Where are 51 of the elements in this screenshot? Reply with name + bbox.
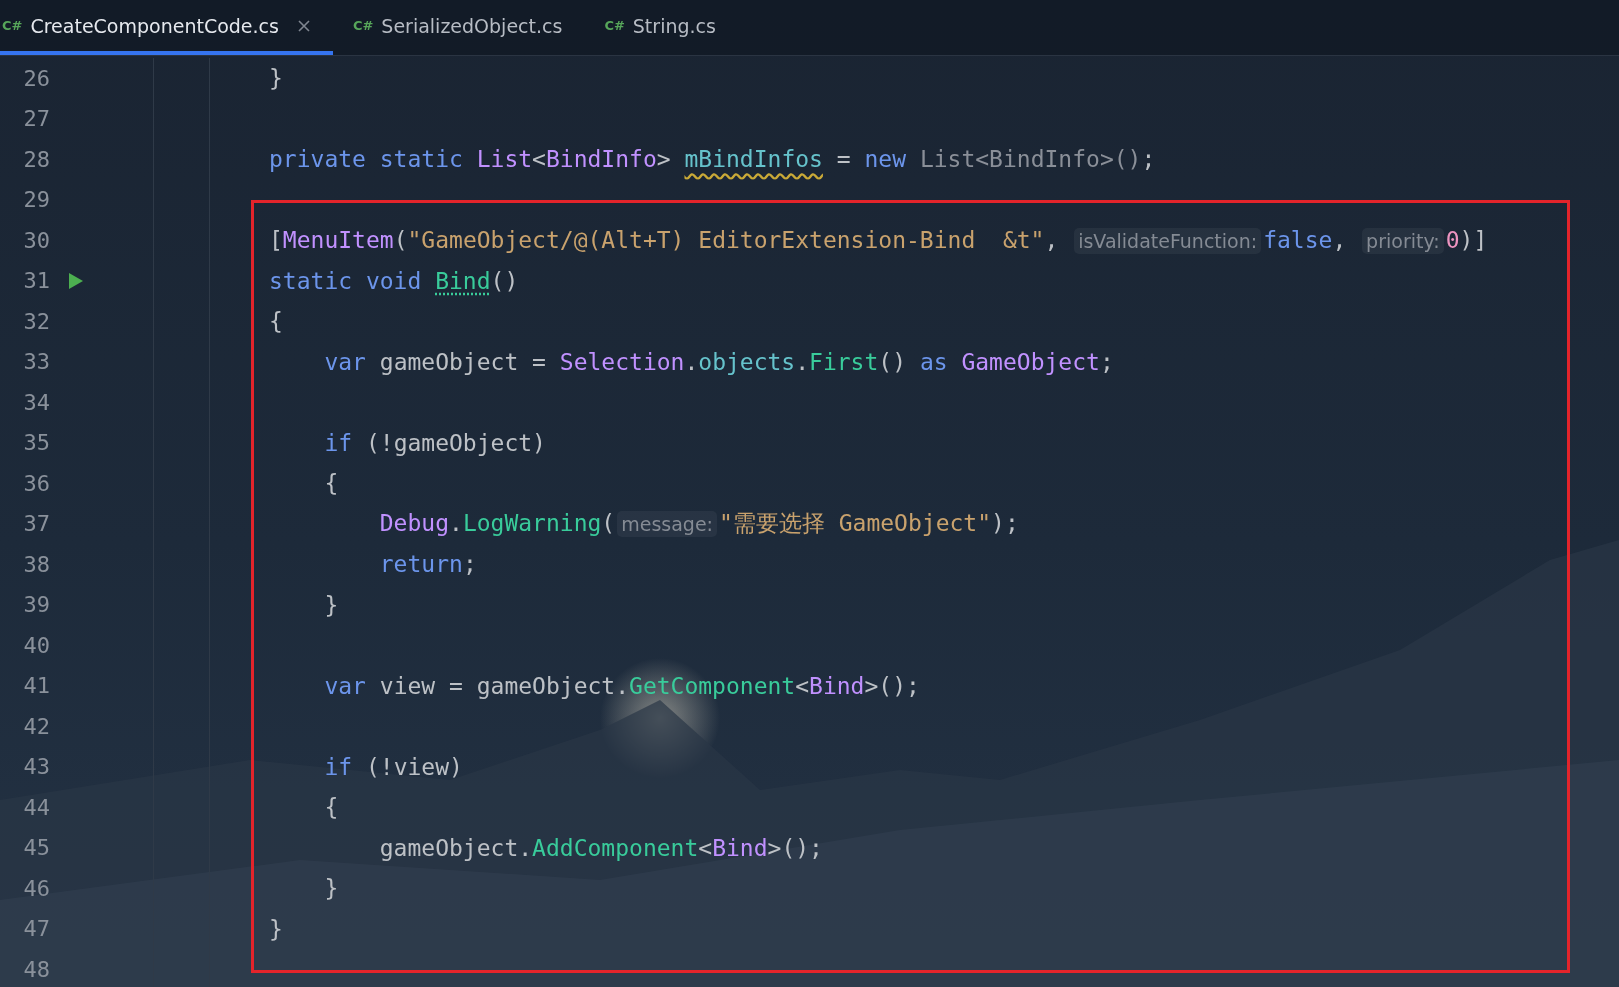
line-number: 27 (22, 106, 50, 132)
code-line: if (!view) (323, 753, 463, 780)
tab-label: CreateComponentCode.cs (30, 14, 279, 37)
run-icon[interactable] (68, 271, 84, 290)
line-number: 45 (22, 835, 50, 861)
csharp-file-icon: C# (602, 18, 625, 33)
code-line: } (268, 65, 283, 92)
code-line: return; (378, 551, 477, 578)
code-line: } (323, 591, 339, 618)
close-icon[interactable] (296, 18, 311, 33)
line-number: 38 (22, 551, 50, 577)
code-line: private static List<BindInfo> mBindInfos = new List<BindInfo>(); (268, 146, 1156, 173)
line-number: 28 (22, 146, 50, 172)
code-line: if (!gameObject) (323, 429, 546, 456)
code-line: } (268, 915, 283, 942)
code-line: { (323, 470, 339, 497)
csharp-file-icon: C# (350, 18, 374, 33)
line-number: 36 (22, 470, 50, 496)
line-number: 35 (22, 430, 50, 456)
tab-label: String.cs (632, 14, 716, 37)
tab-label: SerializedObject.cs (381, 14, 563, 37)
code-line: static void Bind() (268, 267, 519, 294)
line-number: 42 (22, 713, 50, 739)
line-number: 37 (22, 511, 50, 537)
code-line: var gameObject = Selection.objects.First() as GameObject; (323, 348, 1114, 375)
code-line: Debug.LogWarning( message: "需要选择 GameObject"); (378, 509, 1019, 540)
code-line: gameObject.AddComponent<Bind>(); (378, 834, 823, 861)
code-line: } (323, 875, 339, 902)
line-number: 26 (22, 65, 50, 91)
code-line: { (323, 794, 339, 821)
csharp-file-icon: C# (0, 18, 23, 33)
file-tab[interactable]: C# String.cs (602, 0, 738, 55)
line-number: 31 (22, 268, 50, 294)
code-line: { (268, 308, 283, 335)
code-line: [MenuItem("GameObject/@(Alt+T) EditorExtension-Bind &t", isValidateFunction: false, priority: 0)] (268, 227, 1488, 254)
line-number: 40 (22, 632, 50, 658)
line-number: 47 (22, 916, 50, 942)
code-line: var view = gameObject.GetComponent<Bind>(); (323, 672, 920, 699)
line-number: 33 (22, 349, 50, 375)
line-number: 46 (22, 875, 50, 901)
line-number: 48 (22, 956, 50, 982)
line-number: 32 (22, 308, 50, 334)
file-tab[interactable]: C# CreateComponentCode.cs (0, 0, 333, 55)
line-number: 41 (22, 673, 50, 699)
line-number: 30 (22, 227, 50, 253)
line-number: 34 (22, 389, 50, 415)
line-number: 39 (22, 592, 50, 618)
line-number: 29 (22, 187, 50, 213)
file-tab[interactable]: C# SerializedObject.cs (350, 0, 585, 55)
line-number: 43 (22, 754, 50, 780)
line-number: 44 (22, 794, 50, 820)
